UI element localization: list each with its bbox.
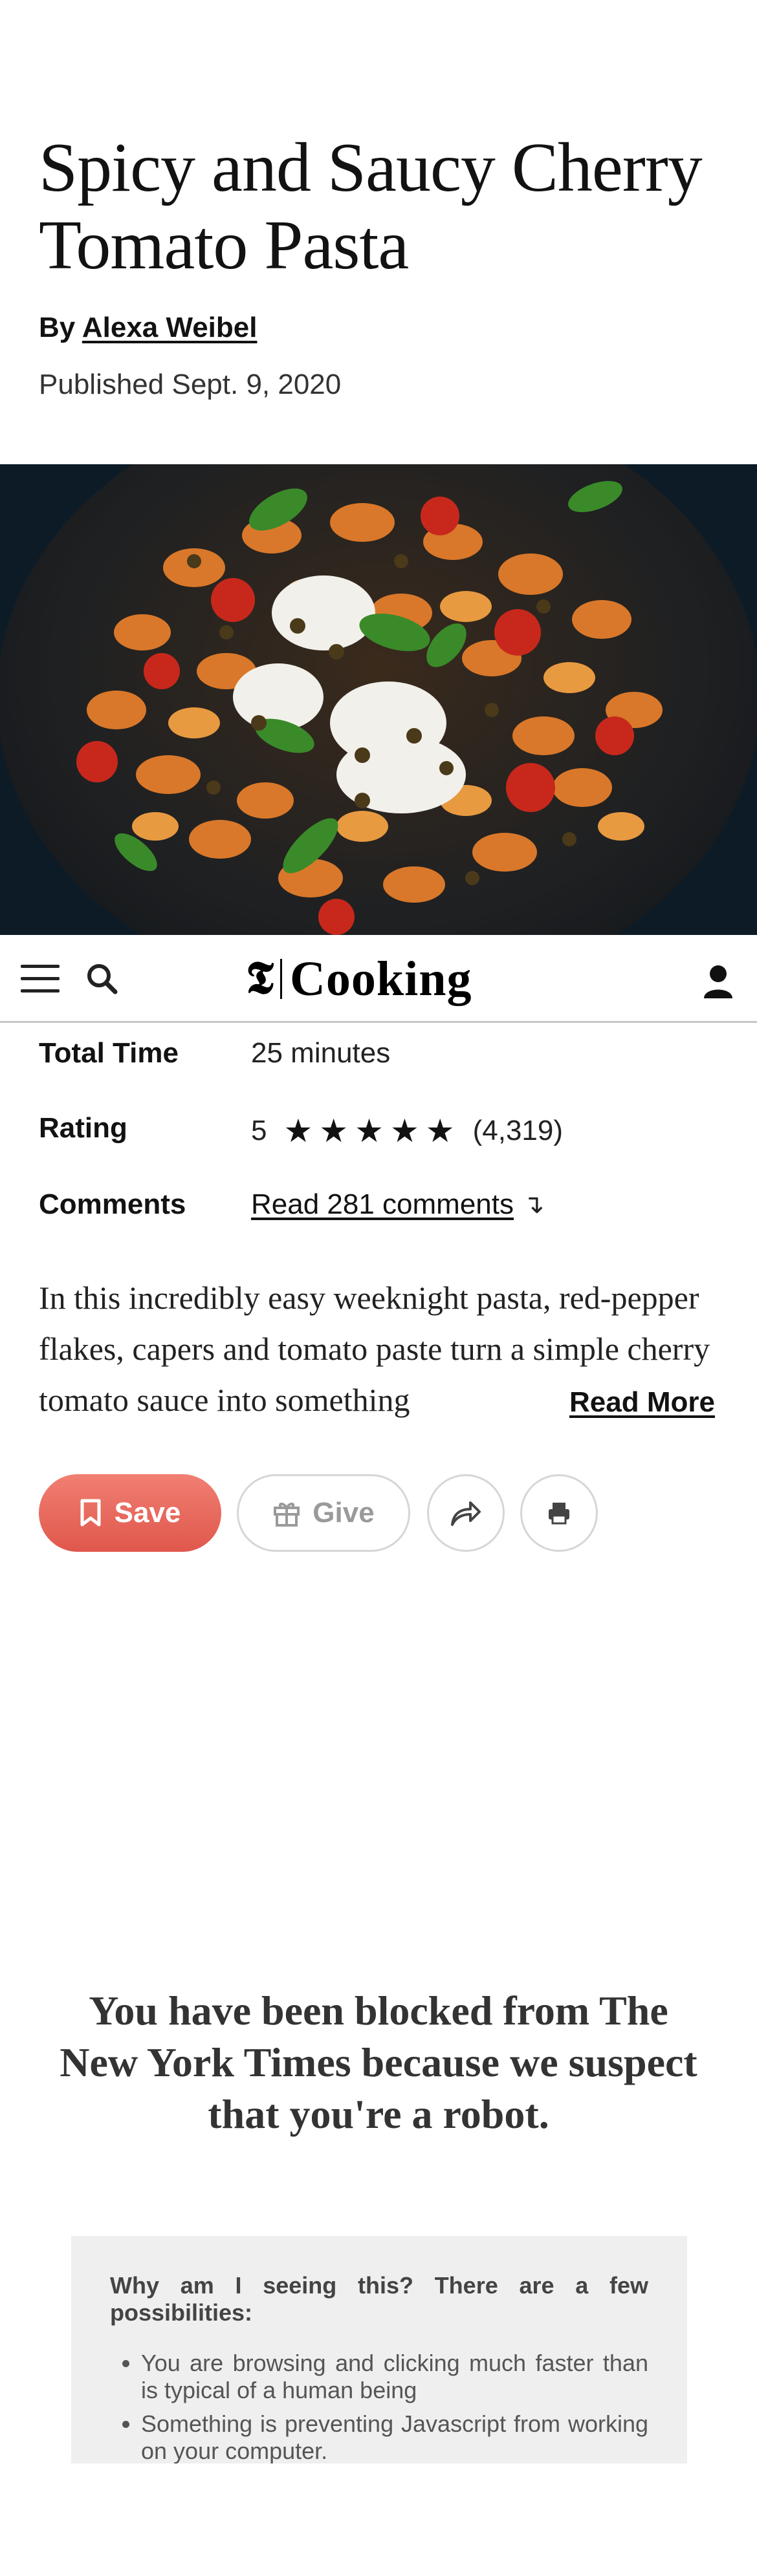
rating-count: (4,319) [472, 1115, 564, 1146]
print-icon [549, 1503, 569, 1525]
hamburger-menu-icon[interactable] [21, 965, 60, 993]
share-icon [451, 1501, 481, 1526]
byline: By Alexa Weibel [39, 312, 257, 344]
gift-icon [274, 1503, 300, 1527]
rating-row: Rating 5 ★★★★★ (4,319) [39, 1112, 738, 1151]
arrow-down-icon: ↴ [523, 1190, 545, 1219]
bookmark-icon [80, 1499, 101, 1527]
recipe-hero-image [0, 464, 757, 935]
recipe-title: Spicy and Saucy Cherry Tomato Pasta [39, 129, 703, 284]
rating-value: 5 [251, 1115, 267, 1146]
top-nav-bar: 𝕿 Cooking [0, 935, 757, 1023]
list-item: You are browsing and clicking much faste… [141, 2350, 648, 2404]
rating-label: Rating [39, 1112, 127, 1144]
give-label: Give [313, 1497, 375, 1529]
why-title: Why am I seeing this? There are a few po… [110, 2272, 648, 2326]
total-time-value: 25 minutes [251, 1037, 391, 1069]
list-item: Something is preventing Javascript from … [141, 2410, 648, 2463]
published-date: Published Sept. 9, 2020 [39, 369, 342, 400]
comments-value: Read 281 comments ↴ [251, 1188, 545, 1221]
reasons-list: You are browsing and clicking much faste… [110, 2350, 648, 2463]
user-icon[interactable] [700, 962, 736, 1001]
logo-divider [280, 959, 282, 999]
read-more-link[interactable]: Read More [563, 1386, 715, 1419]
search-icon[interactable] [84, 961, 120, 997]
pasta-photo [0, 464, 757, 935]
read-comments-link[interactable]: Read 281 comments [251, 1188, 514, 1221]
rating-value-group[interactable]: 5 ★★★★★ (4,319) [251, 1112, 563, 1150]
save-button[interactable]: Save [39, 1474, 221, 1552]
rating-stars: ★★★★★ [283, 1113, 461, 1149]
description-fade [492, 1385, 569, 1437]
give-button[interactable]: Give [237, 1474, 410, 1552]
logo-text: Cooking [289, 952, 472, 1006]
comments-label: Comments [39, 1188, 186, 1220]
nyt-cooking-logo[interactable]: 𝕿 Cooking [246, 953, 472, 1005]
total-time-label: Total Time [39, 1037, 179, 1069]
save-label: Save [114, 1497, 181, 1529]
nyt-t-logo: 𝕿 [246, 954, 274, 1004]
blocked-heading: You have been blocked from The New York … [60, 1988, 697, 2137]
comments-row: Comments Read 281 comments ↴ [39, 1188, 738, 1227]
author-link[interactable]: Alexa Weibel [82, 312, 258, 343]
recipe-action-buttons: Save Give [39, 1474, 738, 1552]
print-button[interactable] [520, 1474, 598, 1552]
blocked-info-box: Why am I seeing this? There are a few po… [71, 2236, 687, 2463]
share-button[interactable] [427, 1474, 505, 1552]
byline-prefix: By [39, 312, 76, 343]
total-time-row: Total Time 25 minutes [39, 1037, 738, 1076]
